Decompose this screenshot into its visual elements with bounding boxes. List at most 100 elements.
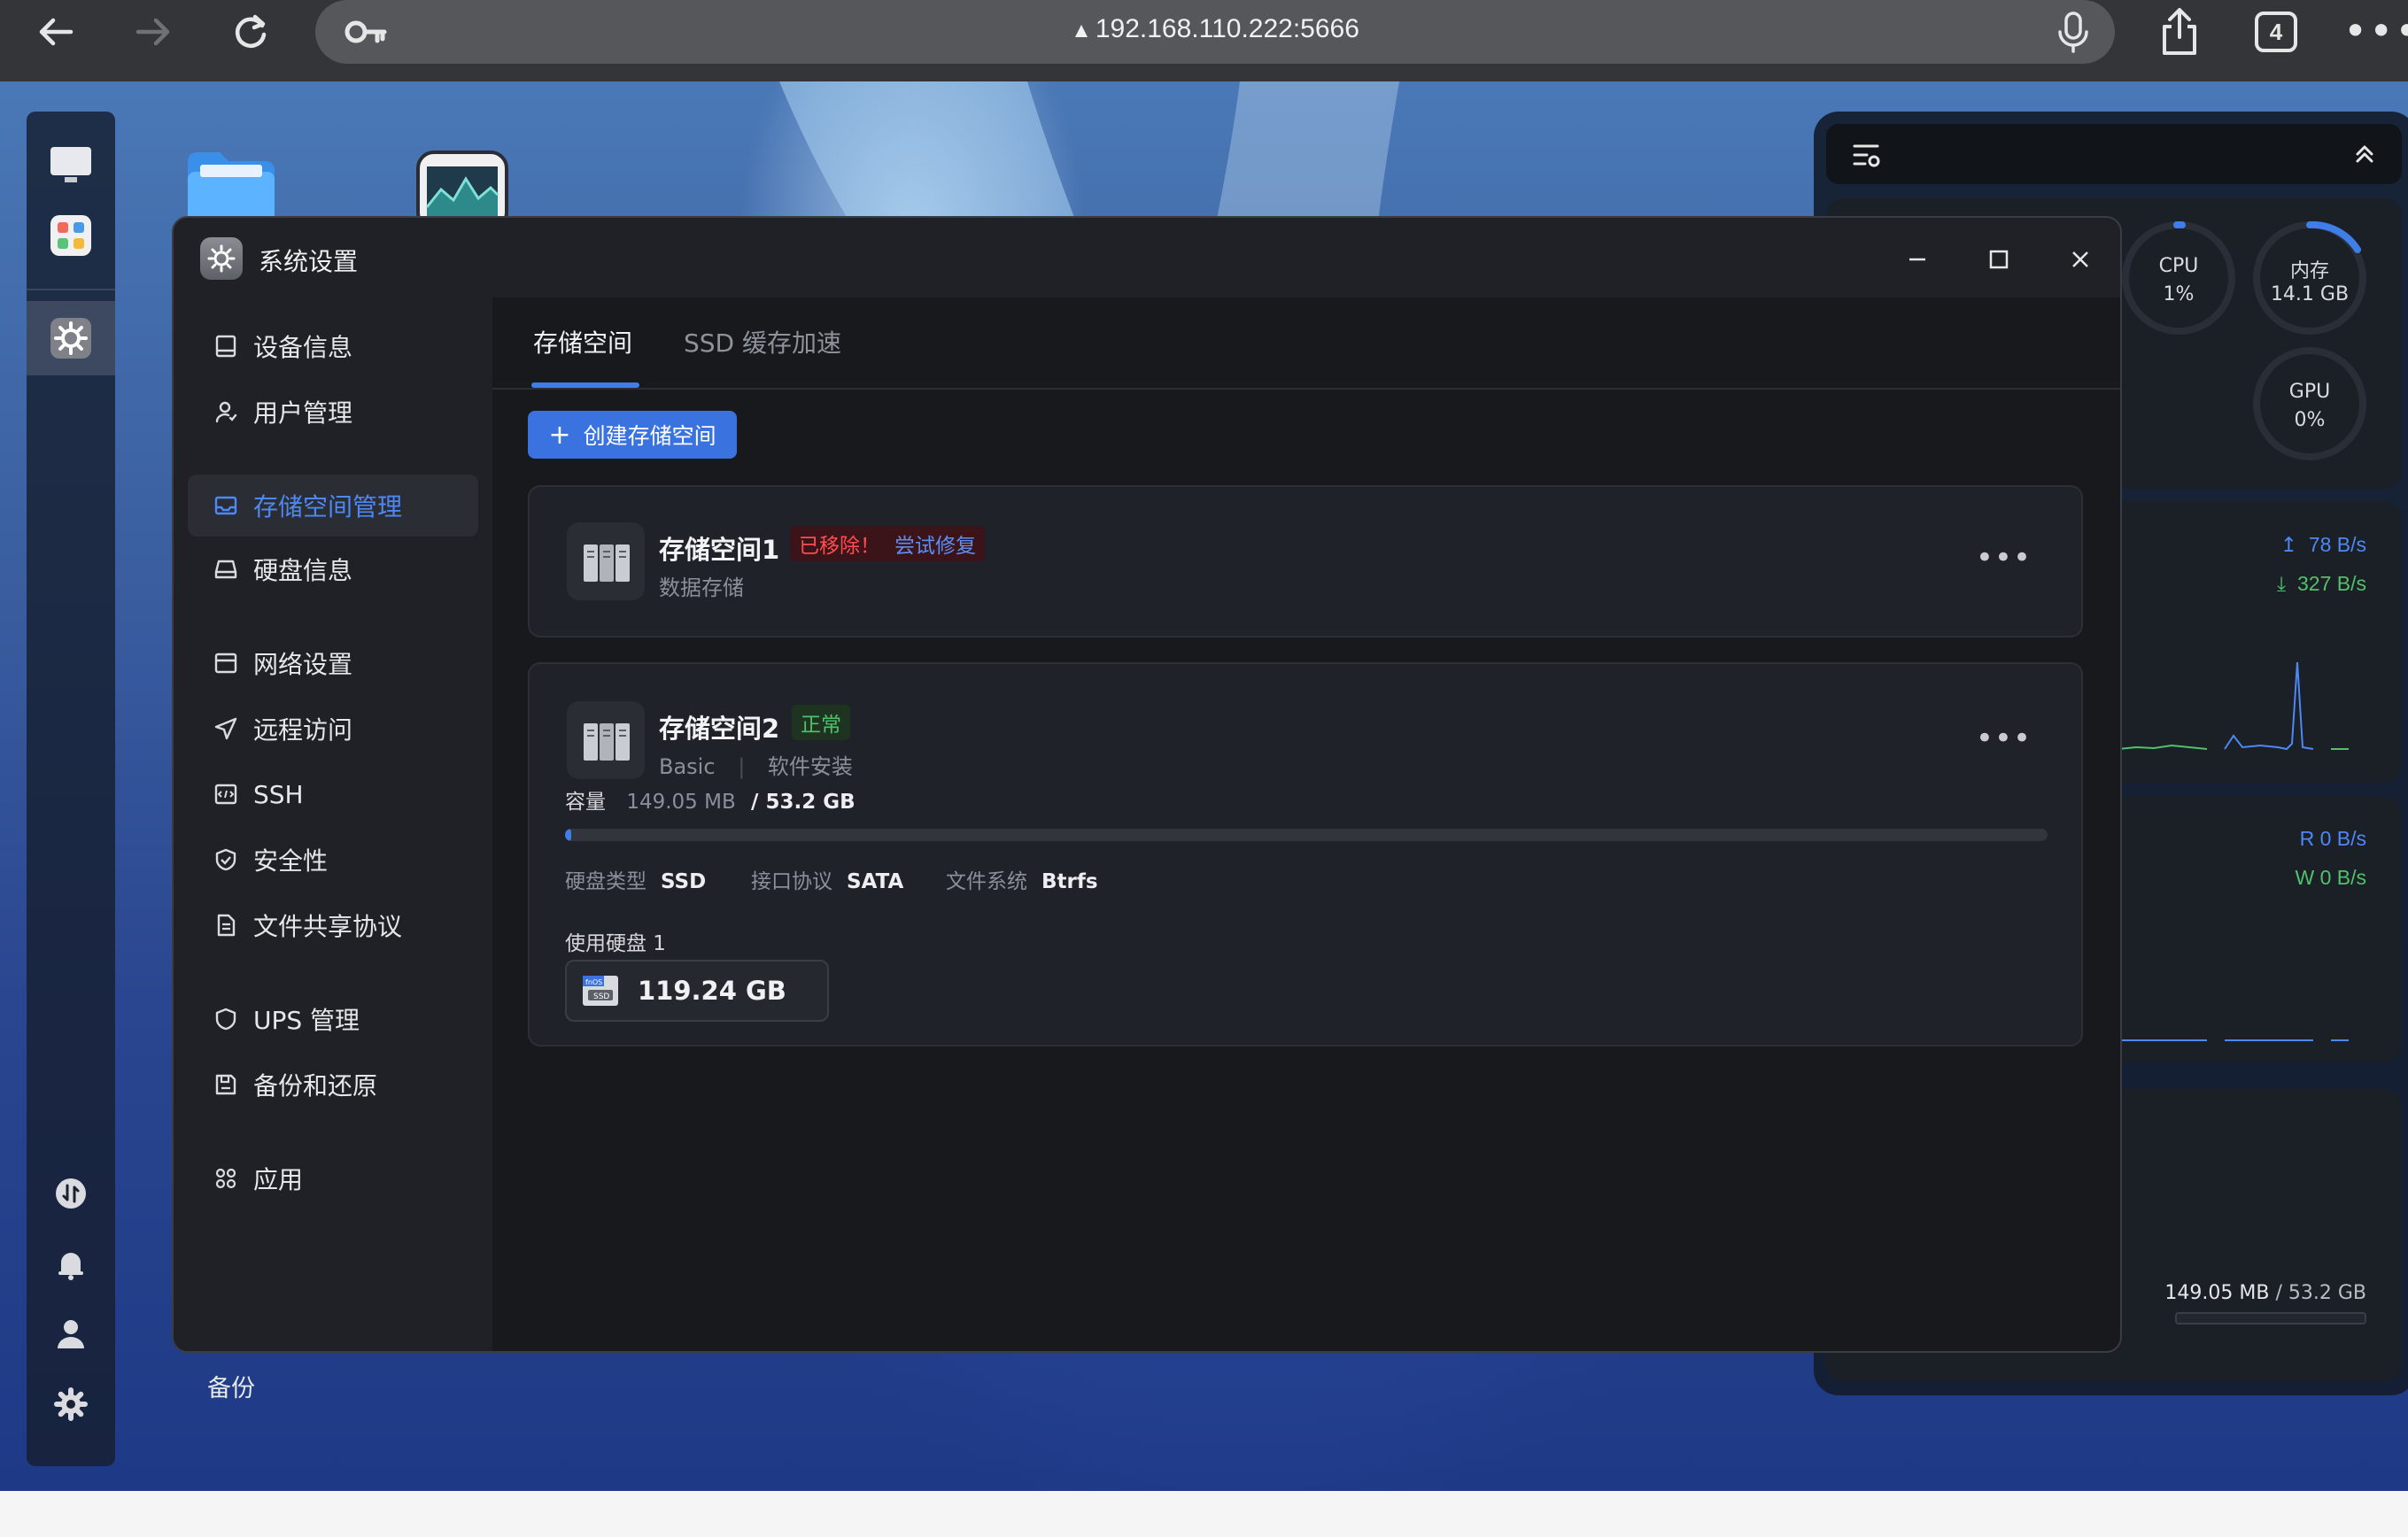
more-menu-button[interactable]: ••• [2343, 11, 2408, 51]
sidebar-item-label: 硬盘信息 [253, 556, 353, 585]
disk-write-speed: W 0 B/s [2295, 866, 2366, 889]
terminal-icon [213, 781, 239, 807]
pool-more-button[interactable]: ••• [1976, 540, 2032, 575]
cpu-label: CPU [2158, 255, 2199, 277]
window-title: 系统设置 [259, 247, 359, 276]
sidebar-item-backup-restore[interactable]: 备份和还原 [188, 1054, 478, 1116]
sidebar-item-device-info[interactable]: 设备信息 [188, 315, 478, 377]
dock-device-info[interactable] [46, 140, 96, 189]
storage-pool-card: 存储空间1 已移除！ 尝试修复 数据存储 ••• [528, 485, 2083, 637]
microphone-icon[interactable] [2053, 11, 2094, 53]
tab-storage[interactable]: 存储空间 [533, 324, 632, 359]
filesystem-field: 文件系统 Btrfs [946, 870, 1098, 893]
capacity-progress-fill [565, 829, 571, 841]
close-icon [2072, 251, 2088, 267]
storage-pool-card: 存储空间2 正常 Basic | 软件安装 ••• 容量 149.05 MB /… [528, 662, 2083, 1047]
user-icon [58, 1320, 84, 1348]
settings-content: 存储空间 SSD 缓存加速 + 创建存储空间 存储空间1 已移除！ 尝试修复 数… [492, 297, 2120, 1351]
pool-more-button[interactable]: ••• [1976, 721, 2032, 756]
close-button[interactable] [2058, 237, 2102, 282]
sidebar-item-file-sharing[interactable]: 文件共享协议 [188, 894, 478, 956]
dock-notifications[interactable] [46, 1240, 96, 1289]
browser-toolbar: ▲192.168.110.222:5666 4 ••• [0, 0, 2408, 81]
storage-icon [213, 492, 239, 519]
collapse-icon[interactable] [2352, 142, 2377, 166]
settings-app-icon [200, 237, 243, 280]
app-grid-icon [50, 215, 91, 256]
dock-system-settings[interactable] [46, 313, 96, 363]
transfer-icon [56, 1178, 86, 1209]
gpu-value: 0% [2294, 409, 2326, 431]
storage-usage-text: 149.05 MB / 53.2 GB [2164, 1282, 2366, 1304]
minimize-button[interactable] [1895, 237, 1940, 282]
warning-icon: ▲ [1071, 19, 1092, 42]
sidebar-item-ssh[interactable]: SSH [188, 763, 478, 825]
monitor-icon [213, 333, 239, 359]
disk-io-sparkline [2118, 1039, 2349, 1041]
disk-icon [213, 556, 239, 583]
ssd-icon: fnOS SSD [583, 976, 618, 1006]
share-button[interactable] [2154, 7, 2205, 57]
widget-settings-icon[interactable] [1853, 142, 1883, 168]
share-icon [2163, 8, 2196, 55]
address-bar[interactable]: ▲ 192.168.110.222:5666 [315, 0, 2115, 64]
capacity-progress-bar [565, 829, 2048, 841]
pool-subtitle: Basic | 软件安装 [659, 754, 853, 779]
sidebar-item-user-management[interactable]: 用户管理 [188, 381, 478, 443]
disks-used-label: 使用硬盘 1 [565, 932, 666, 955]
desktop-backup-label[interactable]: 备份 [207, 1369, 255, 1403]
minimize-icon [1909, 258, 1925, 261]
tab-bar: 存储空间 SSD 缓存加速 [492, 297, 2120, 390]
forward-button[interactable] [124, 5, 182, 58]
shield-check-icon [213, 846, 239, 873]
cpu-gauge-arc [2173, 221, 2186, 228]
arrow-right-icon [135, 18, 170, 46]
sidebar-item-label: UPS 管理 [253, 1006, 360, 1035]
sidebar-item-ups[interactable]: UPS 管理 [188, 988, 478, 1050]
disk-read-speed: R 0 B/s [2299, 827, 2366, 850]
download-speed: ⤓ 327 B/s [2277, 572, 2366, 595]
disk-chip[interactable]: fnOS SSD 119.24 GB [565, 960, 829, 1022]
repair-link[interactable]: 尝试修复 [894, 529, 976, 559]
settings-sidebar: 设备信息 用户管理 存储空间管理 硬盘信息 网络设置 远程访问 SSH 安全性 [174, 297, 492, 1351]
network-icon [213, 650, 239, 676]
sidebar-item-label: 远程访问 [253, 715, 353, 745]
sidebar-item-remote-access[interactable]: 远程访问 [188, 698, 478, 760]
dock [27, 112, 115, 1466]
network-sparkline [2118, 661, 2349, 751]
tab-ssd-cache[interactable]: SSD 缓存加速 [684, 324, 841, 359]
reload-button[interactable] [221, 5, 280, 58]
interface-field: 接口协议 SATA [751, 870, 904, 893]
dock-account[interactable] [46, 1309, 96, 1358]
sidebar-item-label: 用户管理 [253, 398, 353, 428]
widget-header [1826, 124, 2402, 184]
sidebar-item-apps[interactable]: 应用 [188, 1147, 478, 1209]
sidebar-item-label: 设备信息 [253, 333, 353, 362]
tab-count-button[interactable]: 4 [2255, 12, 2297, 52]
pool-name: 存储空间1 [659, 535, 780, 565]
create-storage-label: 创建存储空间 [583, 423, 716, 449]
server-rack-icon [567, 522, 645, 600]
dock-settings[interactable] [46, 1379, 96, 1429]
sidebar-item-network[interactable]: 网络设置 [188, 632, 478, 694]
sidebar-item-label: 安全性 [253, 846, 329, 876]
maximize-button[interactable] [1977, 237, 2021, 282]
gpu-label: GPU [2288, 381, 2331, 403]
back-button[interactable] [27, 5, 85, 58]
memory-value: 14.1 GB [2270, 283, 2350, 305]
storage-usage-bar [2175, 1312, 2366, 1325]
upload-speed: ↥ 78 B/s [2280, 533, 2366, 556]
status-text: 已移除！ [799, 535, 880, 558]
svg-text:fnOS: fnOS [585, 978, 602, 986]
sidebar-item-storage-management[interactable]: 存储空间管理 [188, 475, 478, 537]
system-settings-window: 系统设置 设备信息 用户管理 存储空间管理 硬盘信息 网络设置 远程访问 SSH… [172, 216, 2122, 1353]
window-titlebar[interactable]: 系统设置 [174, 218, 2120, 297]
dock-transfer[interactable] [46, 1169, 96, 1218]
active-tab-indicator [531, 382, 639, 388]
dock-app-center[interactable] [46, 211, 96, 260]
sidebar-item-disk-info[interactable]: 硬盘信息 [188, 538, 478, 600]
sidebar-item-security[interactable]: 安全性 [188, 829, 478, 891]
create-storage-button[interactable]: + 创建存储空间 [528, 411, 737, 459]
maximize-icon [1989, 250, 2009, 269]
apps-icon [213, 1165, 239, 1192]
